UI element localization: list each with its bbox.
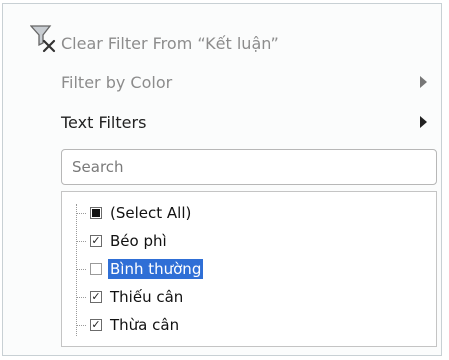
filter-by-color-menu-item[interactable]: Filter by Color: [3, 65, 441, 99]
list-item-thua-can[interactable]: ✓ Thừa cân: [76, 312, 181, 338]
checkbox-select-all[interactable]: [90, 207, 102, 219]
text-filters-menu-item[interactable]: Text Filters: [3, 105, 441, 139]
list-item-label: Bình thường: [108, 259, 204, 279]
checkbox-binh-thuong[interactable]: [90, 263, 102, 275]
checkbox-thieu-can[interactable]: ✓: [90, 291, 102, 303]
list-item-thieu-can[interactable]: ✓ Thiếu cân: [76, 284, 185, 310]
checkbox-beo-phi[interactable]: ✓: [90, 235, 102, 247]
value-list: (Select All) ✓ Béo phì Bình thường ✓ Thi…: [61, 191, 437, 347]
checkbox-thua-can[interactable]: ✓: [90, 319, 102, 331]
chevron-right-icon: [420, 76, 427, 88]
text-filters-label: Text Filters: [61, 112, 147, 132]
list-item-label: Thiếu cân: [110, 288, 184, 306]
list-item-label: Béo phì: [110, 232, 167, 250]
clear-filter-menu-item[interactable]: Clear Filter From “Kết luận”: [3, 26, 441, 60]
chevron-right-icon: [420, 116, 427, 128]
list-item-binh-thuong[interactable]: Bình thường: [76, 256, 204, 282]
list-item-beo-phi[interactable]: ✓ Béo phì: [76, 228, 169, 254]
list-item-select-all[interactable]: (Select All): [76, 200, 193, 226]
search-input[interactable]: [61, 149, 437, 185]
filter-by-color-label: Filter by Color: [61, 72, 173, 92]
list-item-label: (Select All): [110, 204, 192, 222]
list-item-label: Thừa cân: [110, 316, 180, 334]
clear-filter-label: Clear Filter From “Kết luận”: [61, 33, 279, 53]
tree-connector-line: [76, 204, 77, 336]
